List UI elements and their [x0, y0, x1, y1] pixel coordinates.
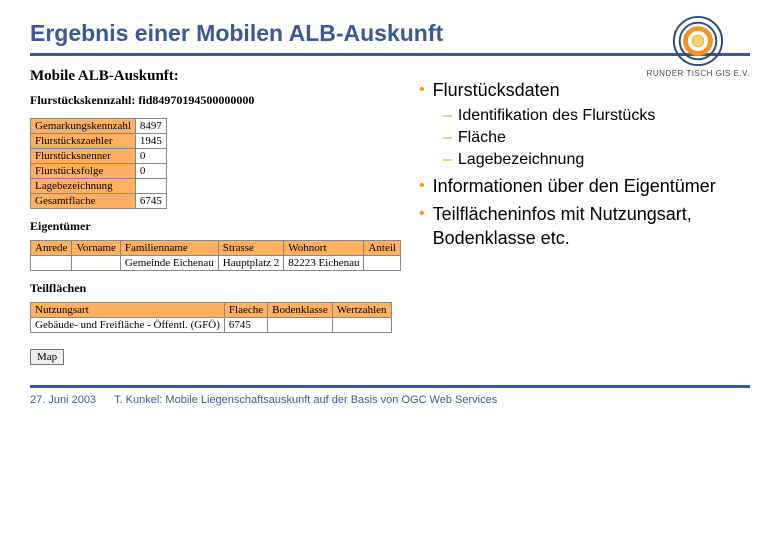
sub-text: Identifikation des Flurstücks	[458, 106, 655, 126]
row-value: 0	[135, 164, 166, 179]
row-label: Flurstücksfolge	[31, 164, 136, 179]
owner-section-label: Eigentümer	[30, 219, 400, 234]
map-button[interactable]: Map	[30, 349, 64, 365]
header-divider	[30, 53, 750, 56]
sub-item: – Lagebezeichnung	[443, 150, 745, 170]
cell	[268, 318, 333, 333]
bullet-text: Flurstücksdaten	[433, 78, 560, 102]
row-label: Gemarkungskennzahl	[31, 119, 136, 134]
owner-table: Anrede Vorname Familienname Strasse Wohn…	[30, 240, 401, 271]
bullet-item: • Flurstücksdaten	[415, 78, 745, 102]
cell: 82223 Eichenau	[284, 256, 364, 271]
col-header: Vorname	[72, 241, 121, 256]
row-value: 6745	[135, 194, 166, 209]
col-header: Familienname	[120, 241, 218, 256]
panel-heading: Mobile ALB-Auskunft:	[30, 68, 400, 85]
sub-text: Fläche	[458, 128, 506, 148]
concentric-circles-icon	[672, 15, 724, 67]
bullet-text: Teilflächeninfos mit Nutzungsart, Bodenk…	[433, 202, 745, 250]
bullet-item: • Teilflächeninfos mit Nutzungsart, Bode…	[415, 202, 745, 250]
org-name: RUNDER TISCH GIS E.V.	[647, 69, 750, 78]
bullet-list: • Flurstücksdaten – Identifikation des F…	[415, 66, 750, 365]
sub-text: Lagebezeichnung	[458, 150, 584, 170]
row-value	[135, 179, 166, 194]
dash-icon: –	[443, 150, 452, 170]
row-value: 1945	[135, 134, 166, 149]
kennzahl-label: Flurstückskennzahl:	[30, 93, 135, 107]
cell: Gebäude- und Freifläche - Öffentl. (GFÖ)	[31, 318, 225, 333]
col-header: Strasse	[218, 241, 284, 256]
areas-table: Nutzungsart Flaeche Bodenklasse Wertzahl…	[30, 302, 392, 333]
cell	[332, 318, 391, 333]
bullet-icon: •	[419, 202, 425, 226]
logo: RUNDER TISCH GIS E.V.	[647, 15, 750, 78]
footer-date: 27. Juni 2003	[30, 394, 96, 406]
row-value: 8497	[135, 119, 166, 134]
areas-section-label: Teilflächen	[30, 281, 400, 296]
dash-icon: –	[443, 106, 452, 126]
row-label: Gesamtflache	[31, 194, 136, 209]
kennzahl-line: Flurstückskennzahl: fid84970194500000000	[30, 93, 400, 108]
footer: 27. Juni 2003 T. Kunkel: Mobile Liegensc…	[30, 388, 750, 406]
bullet-icon: •	[419, 78, 425, 102]
dash-icon: –	[443, 128, 452, 148]
cell: 6745	[224, 318, 267, 333]
col-header: Anrede	[31, 241, 72, 256]
row-value: 0	[135, 149, 166, 164]
row-label: Lagebezeichnung	[31, 179, 136, 194]
bullet-text: Informationen über den Eigentümer	[433, 174, 716, 198]
bullet-item: • Informationen über den Eigentümer	[415, 174, 745, 198]
sub-item: – Fläche	[443, 128, 745, 148]
col-header: Bodenklasse	[268, 303, 333, 318]
cell	[72, 256, 121, 271]
col-header: Flaeche	[224, 303, 267, 318]
row-label: Flurstücksnenner	[31, 149, 136, 164]
sub-item: – Identifikation des Flurstücks	[443, 106, 745, 126]
col-header: Anteil	[364, 241, 401, 256]
cell	[364, 256, 401, 271]
cell: Hauptplatz 2	[218, 256, 284, 271]
cell	[31, 256, 72, 271]
col-header: Nutzungsart	[31, 303, 225, 318]
parcel-table: Gemarkungskennzahl8497 Flurstückszaehler…	[30, 118, 167, 209]
cell: Gemeinde Eichenau	[120, 256, 218, 271]
row-label: Flurstückszaehler	[31, 134, 136, 149]
col-header: Wertzahlen	[332, 303, 391, 318]
page-title: Ergebnis einer Mobilen ALB-Auskunft	[30, 20, 750, 47]
kennzahl-value: fid84970194500000000	[138, 93, 254, 107]
footer-author: T. Kunkel: Mobile Liegenschaftsauskunft …	[114, 394, 497, 406]
bullet-icon: •	[419, 174, 425, 198]
result-panel: Mobile ALB-Auskunft: Flurstückskennzahl:…	[30, 66, 400, 365]
col-header: Wohnort	[284, 241, 364, 256]
